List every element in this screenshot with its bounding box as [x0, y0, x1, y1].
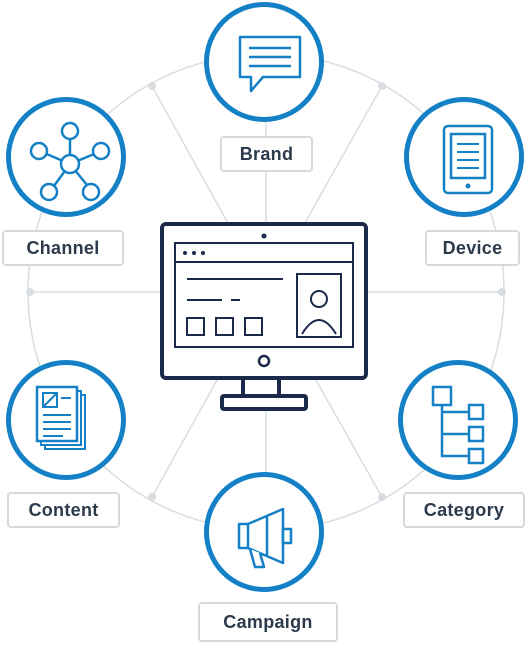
channel-label: Channel: [2, 230, 124, 266]
computer-monitor-icon: [160, 222, 368, 411]
channel-node: [6, 97, 126, 217]
brand-node: [204, 2, 324, 122]
campaign-label: Campaign: [198, 602, 338, 642]
device-node: [404, 97, 524, 217]
browser-window: [174, 242, 354, 348]
content-node: [6, 360, 126, 480]
document-stack-icon: [35, 385, 86, 450]
category-label: Category: [403, 492, 525, 528]
campaign-node: [204, 472, 324, 592]
megaphone-icon: [237, 507, 293, 569]
network-icon: [29, 121, 111, 202]
brand-label: Brand: [220, 136, 313, 172]
category-node: [398, 360, 518, 480]
tablet-icon: [442, 124, 494, 195]
content-label: Content: [7, 492, 120, 528]
chat-bubble-icon: [238, 35, 302, 93]
hierarchy-icon: [431, 385, 485, 465]
device-label: Device: [425, 230, 520, 266]
